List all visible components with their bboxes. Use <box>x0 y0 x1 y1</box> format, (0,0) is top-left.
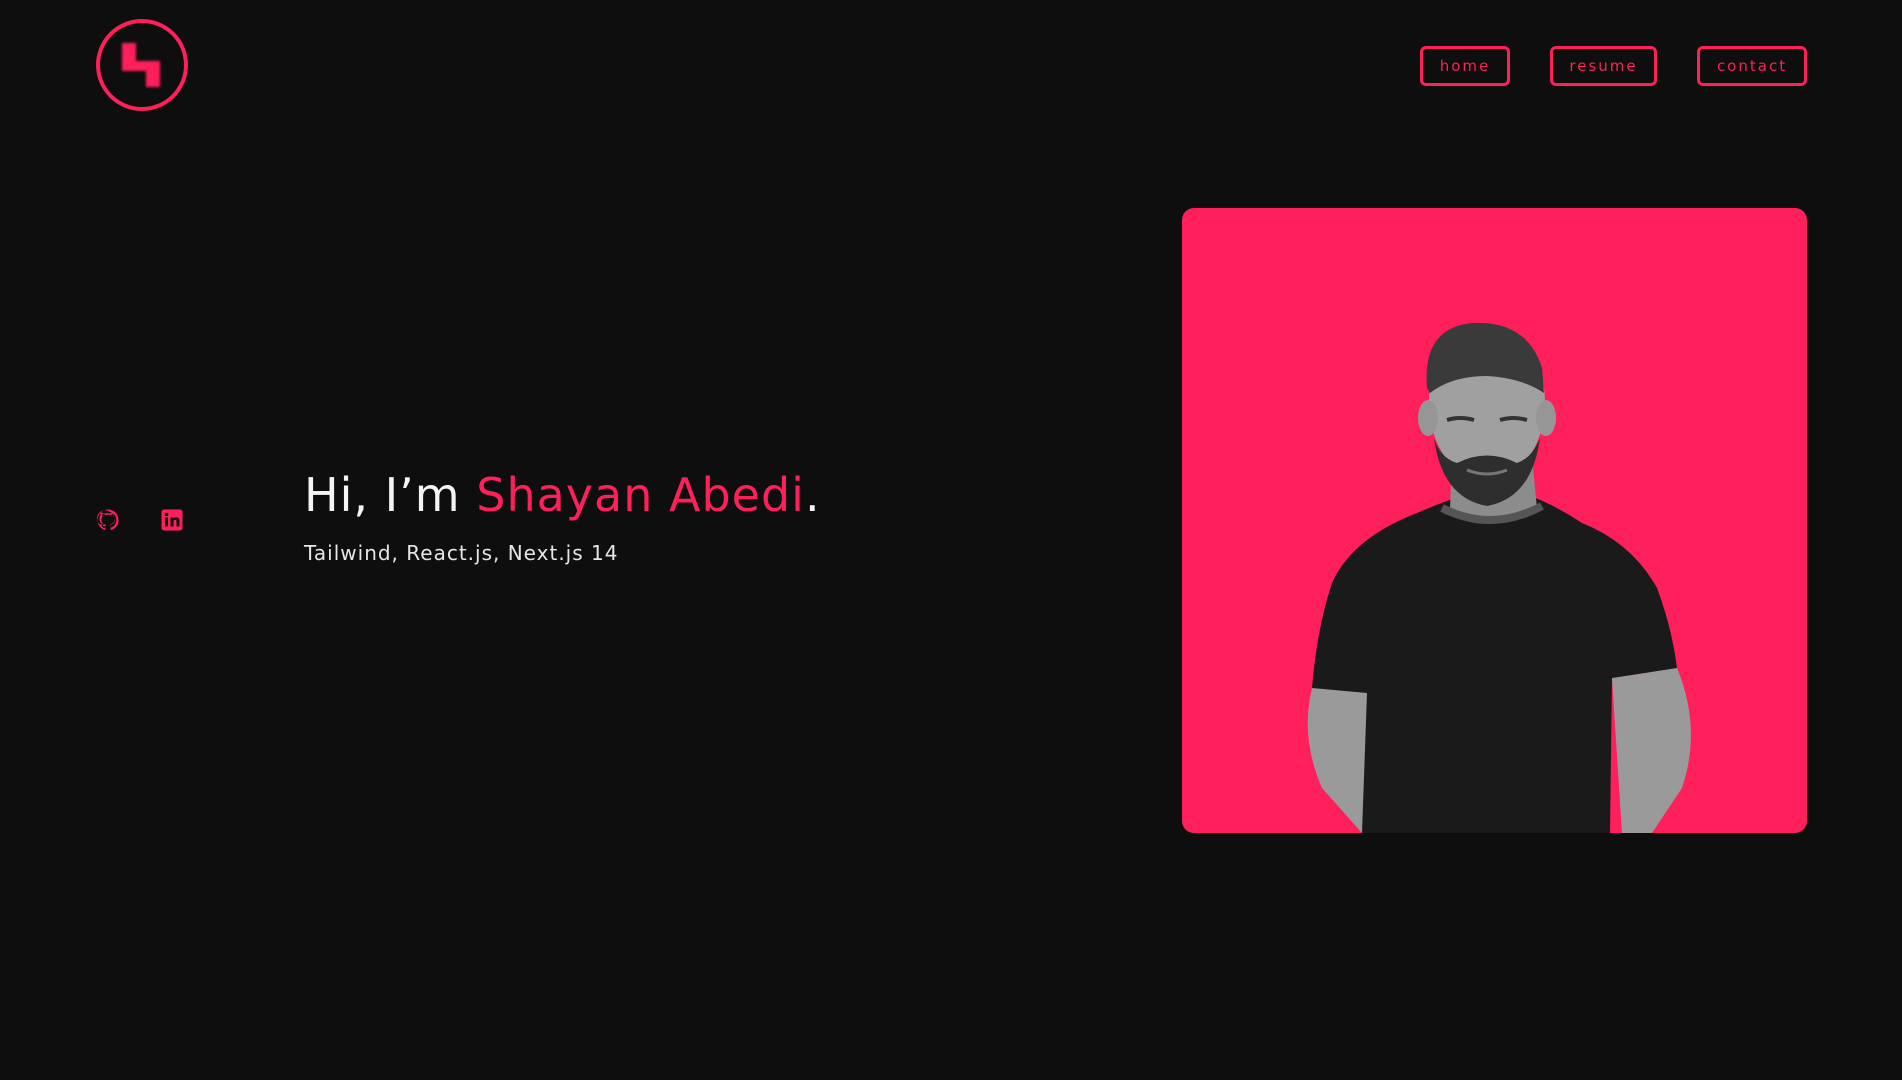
main-nav: home resume contact <box>1420 46 1807 86</box>
nav-resume-button[interactable]: resume <box>1550 46 1657 86</box>
social-links <box>96 508 184 532</box>
logo-mark-icon <box>122 43 160 87</box>
brand-logo-icon[interactable] <box>96 19 188 111</box>
avatar-illustration <box>1307 322 1691 833</box>
portrait-card <box>1182 208 1807 833</box>
nav-contact-button[interactable]: contact <box>1697 46 1807 86</box>
nav-home-button[interactable]: home <box>1420 46 1510 86</box>
hero-greeting: Hi, I’m <box>304 468 461 522</box>
hero-title: Hi, I’m Shayan Abedi. <box>304 468 821 522</box>
hero-period: . <box>804 468 821 522</box>
landing-page: home resume contact Hi, I’m Shayan Abedi… <box>0 0 1902 1080</box>
hero-subtitle: Tailwind, React.js, Next.js 14 <box>304 541 619 565</box>
github-icon[interactable] <box>96 508 120 532</box>
linkedin-icon[interactable] <box>160 508 184 532</box>
hero-name: Shayan Abedi <box>476 468 805 522</box>
